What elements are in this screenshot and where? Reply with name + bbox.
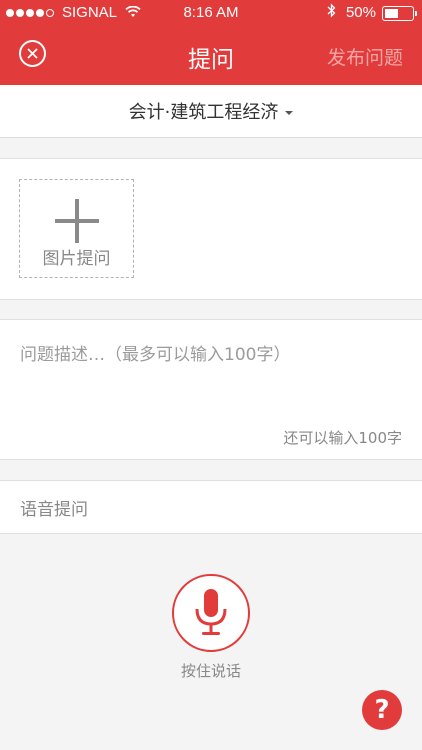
voice-question-header: 语音提问 [0, 480, 422, 534]
header: SIGNAL 8:16 AM 50% 提问 发布问题 [0, 0, 422, 85]
help-button[interactable]: ? [362, 690, 402, 730]
navbar: 提问 发布问题 [0, 26, 422, 85]
battery-area: 50% [327, 0, 417, 26]
battery-icon [382, 5, 417, 21]
hold-to-talk-label: 按住说话 [180, 662, 241, 680]
photo-question-card: 图片提问 [0, 158, 422, 300]
question-description-input[interactable] [18, 338, 402, 402]
subject-selector[interactable]: 会计·建筑工程经济 [0, 85, 422, 138]
battery-percent: 50% [345, 4, 376, 21]
subject-label: 会计·建筑工程经济 [128, 102, 279, 123]
microphone-icon [195, 589, 227, 635]
description-card: 还可以输入100字 [0, 319, 422, 460]
add-photo-button[interactable]: 图片提问 [19, 179, 134, 278]
plus-icon-vertical [75, 199, 79, 243]
caret-down-icon [285, 110, 294, 115]
battery-fill [385, 8, 398, 18]
hold-to-talk-button[interactable] [172, 574, 250, 652]
remaining-characters: 还可以输入100字 [283, 429, 402, 447]
publish-question-button[interactable]: 发布问题 [327, 43, 403, 70]
bluetooth-icon [327, 0, 336, 26]
voice-question-title: 语音提问 [20, 500, 88, 520]
add-photo-label: 图片提问 [42, 249, 111, 269]
status-bar: SIGNAL 8:16 AM 50% [0, 0, 422, 26]
